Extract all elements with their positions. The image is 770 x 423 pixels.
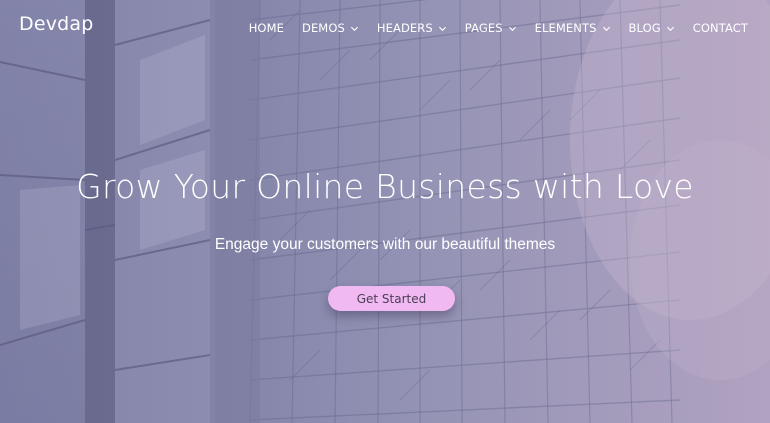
hero-subheadline: Engage your customers with our beautiful… — [214, 236, 556, 253]
hero-headline: Grow Your Online Business with Love — [76, 167, 694, 206]
hero-section: Devdap HOME DEMOS HEADERS PAGES ELEMENTS — [0, 0, 770, 423]
get-started-button[interactable]: Get Started — [328, 286, 455, 311]
hero-content: Grow Your Online Business with Love Enga… — [0, 0, 770, 423]
